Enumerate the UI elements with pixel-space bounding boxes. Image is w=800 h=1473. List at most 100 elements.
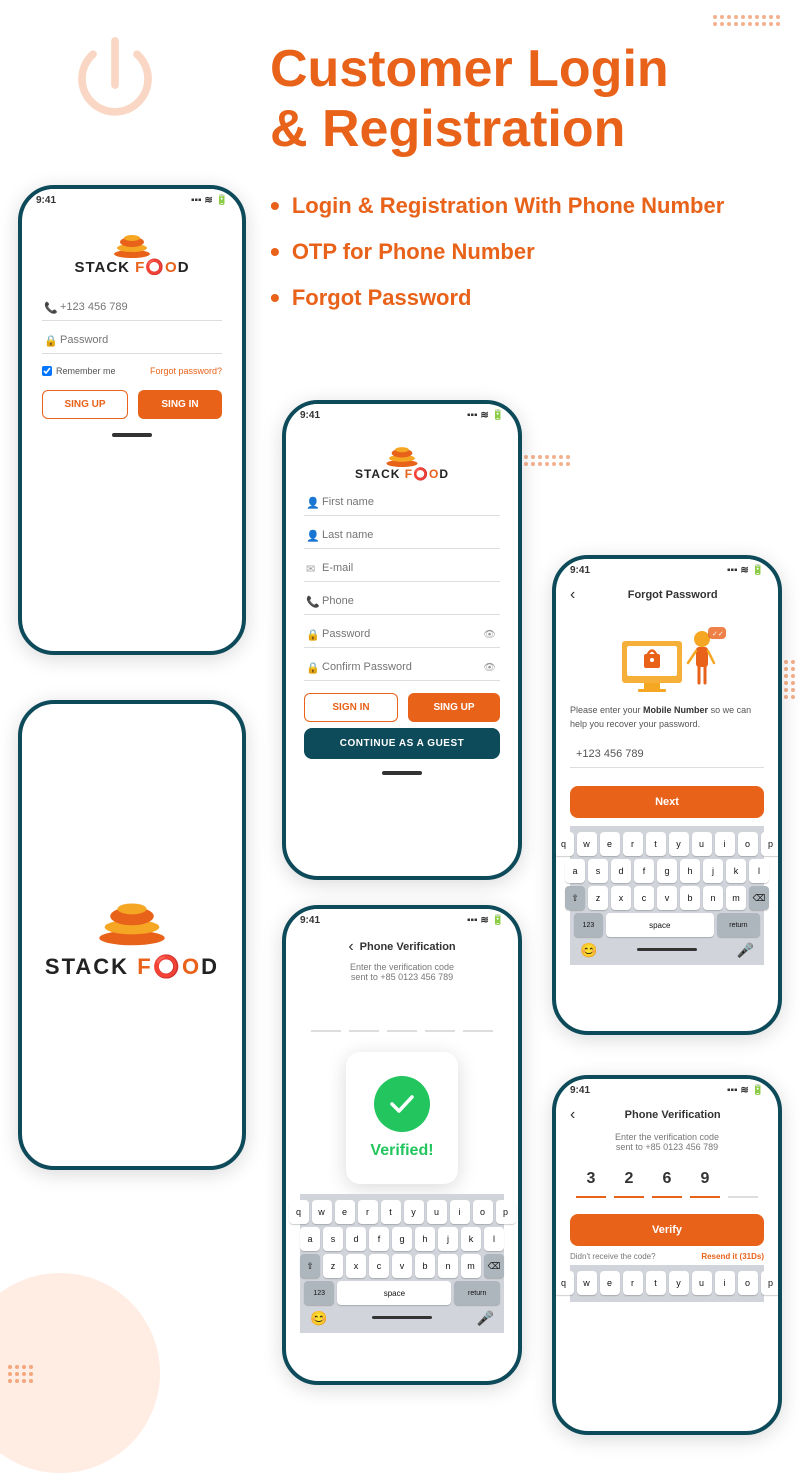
keyboard-p5[interactable]: q w e r t y u i o p a s d f g h j k l [570, 826, 764, 965]
key-h[interactable]: h [415, 1227, 435, 1251]
key-shift-p5[interactable]: ⇧ [565, 886, 585, 910]
key-w[interactable]: w [312, 1200, 332, 1224]
signup-button-p1[interactable]: SING UP [42, 390, 128, 419]
key-v-p5[interactable]: v [657, 886, 677, 910]
key-l[interactable]: l [484, 1227, 504, 1251]
key-p-p6[interactable]: p [761, 1271, 781, 1295]
key-y-p5[interactable]: y [669, 832, 689, 856]
key-q-p6[interactable]: q [554, 1271, 574, 1295]
key-o[interactable]: o [473, 1200, 493, 1224]
key-b-p5[interactable]: b [680, 886, 700, 910]
key-z-p5[interactable]: z [588, 886, 608, 910]
key-n-p5[interactable]: n [703, 886, 723, 910]
otp-box-p6-5[interactable] [728, 1162, 758, 1198]
key-k[interactable]: k [461, 1227, 481, 1251]
key-r-p6[interactable]: r [623, 1271, 643, 1295]
email-wrap[interactable]: ✉ [304, 555, 500, 582]
key-a[interactable]: a [300, 1227, 320, 1251]
key-u[interactable]: u [427, 1200, 447, 1224]
key-t-p6[interactable]: t [646, 1271, 666, 1295]
key-r-p5[interactable]: r [623, 832, 643, 856]
key-n[interactable]: n [438, 1254, 458, 1278]
key-z[interactable]: z [323, 1254, 343, 1278]
key-i-p5[interactable]: i [715, 832, 735, 856]
back-button-p6[interactable]: ‹ [570, 1106, 575, 1124]
key-q[interactable]: q [289, 1200, 309, 1224]
key-e-p5[interactable]: e [600, 832, 620, 856]
key-w-p5[interactable]: w [577, 832, 597, 856]
key-s-p5[interactable]: s [588, 859, 608, 883]
key-t[interactable]: t [381, 1200, 401, 1224]
lastname-input[interactable] [304, 522, 500, 549]
key-f[interactable]: f [369, 1227, 389, 1251]
eye-icon-p2b[interactable]: 👁 [483, 662, 496, 673]
key-c-p5[interactable]: c [634, 886, 654, 910]
key-m-p5[interactable]: m [726, 886, 746, 910]
signin-button-p1[interactable]: SING IN [138, 390, 222, 419]
key-q-p5[interactable]: q [554, 832, 574, 856]
password-input-p1[interactable] [42, 327, 222, 354]
phone-wrap-p2[interactable]: 📞 [304, 588, 500, 615]
key-b[interactable]: b [415, 1254, 435, 1278]
key-o-p6[interactable]: o [738, 1271, 758, 1295]
key-i-p6[interactable]: i [715, 1271, 735, 1295]
keyboard-p6[interactable]: q w e r t y u i o p [570, 1265, 764, 1302]
otp-box-2[interactable] [349, 996, 379, 1032]
mic-key-p5[interactable]: 🎤 [737, 942, 754, 959]
password-input-wrap-p1[interactable]: 🔒 [42, 327, 222, 354]
key-c[interactable]: c [369, 1254, 389, 1278]
emoji-key-p5[interactable]: 😊 [580, 942, 597, 959]
key-s[interactable]: s [323, 1227, 343, 1251]
key-e[interactable]: e [335, 1200, 355, 1224]
key-d-p5[interactable]: d [611, 859, 631, 883]
key-y[interactable]: y [404, 1200, 424, 1224]
key-g[interactable]: g [392, 1227, 412, 1251]
remember-me-label[interactable]: Remember me [42, 366, 116, 376]
key-shift[interactable]: ⇧ [300, 1254, 320, 1278]
key-l-p5[interactable]: l [749, 859, 769, 883]
key-delete[interactable]: ⌫ [484, 1254, 504, 1278]
signin-button-p2[interactable]: SIGN IN [304, 693, 398, 722]
key-j-p5[interactable]: j [703, 859, 723, 883]
key-p-p5[interactable]: p [761, 832, 781, 856]
phone-input-p5[interactable] [570, 741, 764, 768]
email-input[interactable] [304, 555, 500, 582]
firstname-wrap[interactable]: 👤 [304, 489, 500, 516]
key-d[interactable]: d [346, 1227, 366, 1251]
key-return[interactable]: return [454, 1281, 500, 1305]
key-x-p5[interactable]: x [611, 886, 631, 910]
password-wrap-p2[interactable]: 🔒 👁 [304, 621, 500, 648]
confirm-password-wrap[interactable]: 🔒 👁 [304, 654, 500, 681]
key-i[interactable]: i [450, 1200, 470, 1224]
phone-input-p1[interactable] [42, 294, 222, 321]
firstname-input[interactable] [304, 489, 500, 516]
key-j[interactable]: j [438, 1227, 458, 1251]
otp-box-p6-2[interactable] [614, 1162, 644, 1198]
otp-box-5[interactable] [463, 996, 493, 1032]
resend-link-p6[interactable]: Resend it (31Ds) [701, 1252, 764, 1261]
key-t-p5[interactable]: t [646, 832, 666, 856]
otp-box-p6-1[interactable] [576, 1162, 606, 1198]
key-r[interactable]: r [358, 1200, 378, 1224]
key-u-p6[interactable]: u [692, 1271, 712, 1295]
key-123-p5[interactable]: 123 [574, 913, 603, 937]
key-o-p5[interactable]: o [738, 832, 758, 856]
key-return-p5[interactable]: return [717, 913, 760, 937]
key-p[interactable]: p [496, 1200, 516, 1224]
otp-box-3[interactable] [387, 996, 417, 1032]
key-k-p5[interactable]: k [726, 859, 746, 883]
key-space[interactable]: space [337, 1281, 451, 1305]
key-w-p6[interactable]: w [577, 1271, 597, 1295]
key-x[interactable]: x [346, 1254, 366, 1278]
eye-icon-p2[interactable]: 👁 [483, 629, 496, 640]
lastname-wrap[interactable]: 👤 [304, 522, 500, 549]
key-g-p5[interactable]: g [657, 859, 677, 883]
phone-input-wrap-p5[interactable] [570, 741, 764, 768]
back-button-p4[interactable]: ‹ [348, 938, 353, 956]
mic-key[interactable]: 🎤 [477, 1310, 494, 1327]
key-space-p5[interactable]: space [606, 913, 714, 937]
otp-box-p6-4[interactable] [690, 1162, 720, 1198]
otp-box-p6-3[interactable] [652, 1162, 682, 1198]
key-e-p6[interactable]: e [600, 1271, 620, 1295]
otp-box-4[interactable] [425, 996, 455, 1032]
